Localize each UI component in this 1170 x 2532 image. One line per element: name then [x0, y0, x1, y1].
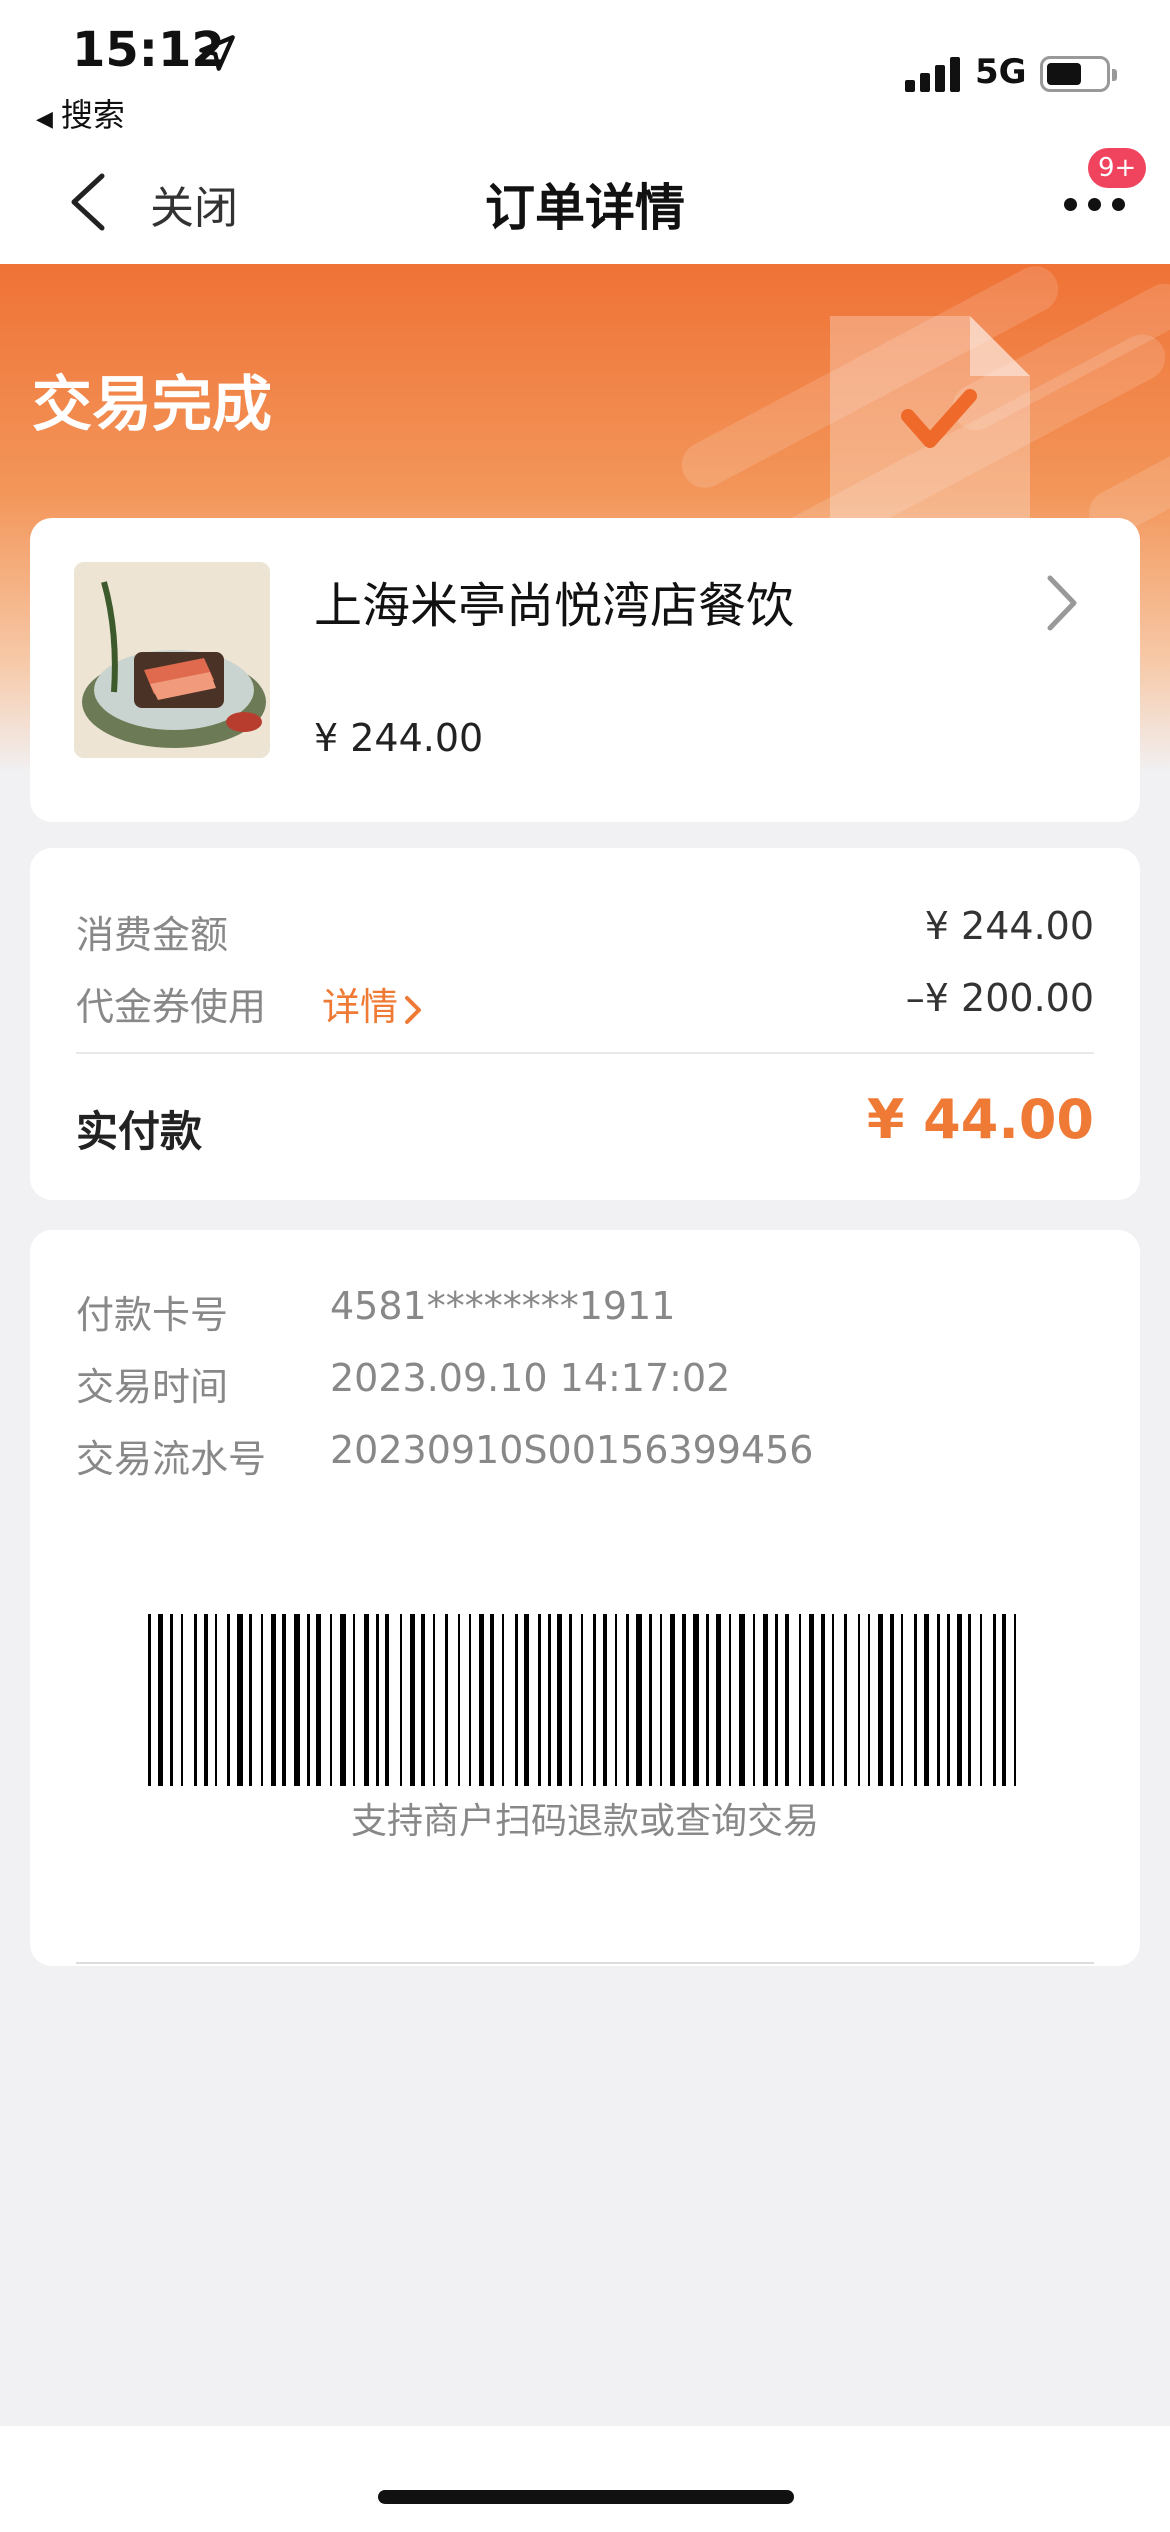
- location-arrow-icon: [199, 35, 235, 71]
- battery-icon: [1040, 56, 1117, 92]
- cellular-signal-icon: [905, 56, 961, 92]
- chevron-right-icon: [1047, 575, 1077, 631]
- transaction-status-title: 交易完成: [32, 370, 272, 440]
- status-bar: 15:12 ◀ 搜索 5G: [0, 0, 1170, 140]
- more-options-icon[interactable]: [1060, 190, 1130, 220]
- transaction-time-label: 交易时间: [76, 1365, 229, 1409]
- notification-badge: 9+: [1088, 148, 1147, 188]
- battery-level: [1047, 63, 1081, 85]
- card-number-value: 4581********1911: [330, 1284, 676, 1328]
- divider: [76, 1962, 1094, 1964]
- network-type: 5G: [975, 52, 1027, 92]
- serial-number-value: 20230910S00156399456: [330, 1428, 814, 1472]
- consume-amount-label: 消费金额: [76, 913, 229, 957]
- navigation-bar: 关闭 订单详情: [0, 140, 1170, 264]
- paid-amount-label: 实付款: [76, 1107, 203, 1156]
- coupon-detail-label: 详情: [322, 985, 399, 1029]
- serial-number-label: 交易流水号: [76, 1437, 267, 1481]
- coupon-usage-value: –¥ 200.00: [905, 976, 1094, 1020]
- transaction-barcode[interactable]: [148, 1614, 1022, 1786]
- amount-card: 消费金额 ¥ 244.00 代金券使用 详情 –¥ 200.00 实付款 ¥ 4…: [30, 848, 1140, 1200]
- back-to-app-link[interactable]: ◀ 搜索: [36, 90, 125, 136]
- back-triangle-icon: ◀: [36, 107, 53, 132]
- back-app-label: 搜索: [60, 96, 125, 134]
- transaction-time-value: 2023.09.10 14:17:02: [330, 1356, 731, 1400]
- consume-amount-value: ¥ 244.00: [924, 904, 1094, 948]
- home-indicator[interactable]: [378, 2490, 794, 2504]
- page-title: 订单详情: [485, 179, 685, 237]
- divider: [76, 1052, 1094, 1054]
- merchant-price: ¥ 244.00: [314, 716, 484, 760]
- card-number-label: 付款卡号: [76, 1293, 229, 1337]
- coupon-detail-link[interactable]: 详情: [322, 976, 424, 1031]
- merchant-thumbnail: [74, 562, 270, 758]
- chevron-right-small-icon: [405, 995, 422, 1024]
- coupon-usage-label: 代金券使用: [76, 985, 267, 1029]
- transaction-info-card: 付款卡号 4581********1911 交易时间 2023.09.10 14…: [30, 1230, 1140, 1966]
- paid-amount-value: ¥ 44.00: [866, 1088, 1094, 1151]
- merchant-name: 上海米亭尚悦湾店餐饮: [314, 578, 795, 634]
- barcode-note: 支持商户扫码退款或查询交易: [350, 1801, 819, 1842]
- merchant-card[interactable]: 上海米亭尚悦湾店餐饮 ¥ 244.00: [30, 518, 1140, 822]
